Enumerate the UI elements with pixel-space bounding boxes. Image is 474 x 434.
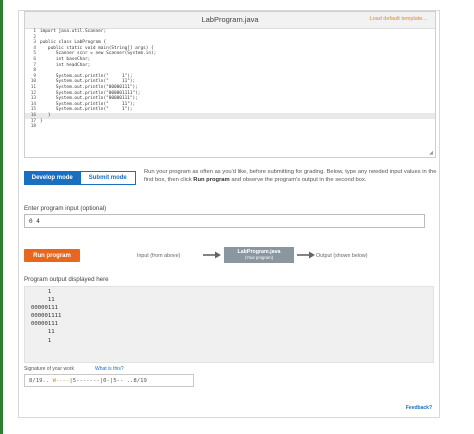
arrow-right-icon	[203, 251, 221, 259]
arrow-right-icon	[297, 251, 315, 259]
program-flow-box: LabProgram.java (Your program)	[224, 247, 294, 263]
flow-program-subtitle: (Your program)	[244, 255, 273, 260]
signature-label: Signature of your work	[24, 366, 75, 372]
output-line: 1	[31, 289, 52, 295]
flow-output-label: Output (shown below)	[316, 253, 368, 259]
output-line: 00000111	[31, 305, 58, 312]
instructions-part2: and observe the program's output in the …	[229, 176, 367, 183]
program-output-box: 1 11 00000111 000001111 00000111 11 1	[24, 286, 434, 363]
left-accent-bar	[0, 0, 3, 434]
lab-panel: LabProgram.java Load default template...…	[18, 10, 440, 418]
feedback-link[interactable]: Feedback?	[406, 405, 432, 411]
output-line: 00000111	[31, 321, 58, 328]
what-is-this-link[interactable]: What is this?	[95, 366, 124, 372]
instructions-bold: Run program	[193, 176, 230, 183]
output-line: 1	[31, 337, 52, 344]
code-area[interactable]: 1 import java.util.Scanner; 2 3 public class…	[25, 29, 435, 157]
editor-header: LabProgram.java Load default template...	[25, 12, 435, 29]
mode-toggle: Develop mode Submit mode	[24, 171, 136, 185]
output-line: 11	[31, 297, 55, 304]
program-input-field[interactable]: 0 4	[24, 214, 425, 228]
program-input-label: Enter program input (optional)	[24, 205, 107, 212]
resize-grip-icon[interactable]: ◢	[429, 150, 433, 156]
signature-rest: |5-------|0-|5-- ..8/19	[69, 378, 147, 384]
run-program-button[interactable]: Run program	[24, 249, 80, 262]
load-default-template-link[interactable]: Load default template...	[370, 16, 427, 22]
line-number: 18	[30, 124, 36, 130]
code-line[interactable]: 18	[25, 124, 435, 130]
output-label: Program output displayed here	[24, 276, 109, 283]
flow-input-label: Input (from above)	[137, 253, 181, 259]
develop-mode-button[interactable]: Develop mode	[24, 171, 81, 185]
output-line: 000001111	[31, 313, 62, 320]
instructions-text: Run your program as often as you'd like,…	[144, 169, 439, 184]
signature-prefix: 8/19..	[29, 378, 53, 384]
signature-box: 8/19.. W----|5-------|0-|5-- ..8/19	[24, 374, 194, 387]
code-editor[interactable]: LabProgram.java Load default template...…	[24, 11, 436, 158]
signature-highlight: W----	[52, 378, 70, 384]
output-line: 11	[31, 329, 55, 336]
submit-mode-button[interactable]: Submit mode	[80, 171, 136, 185]
